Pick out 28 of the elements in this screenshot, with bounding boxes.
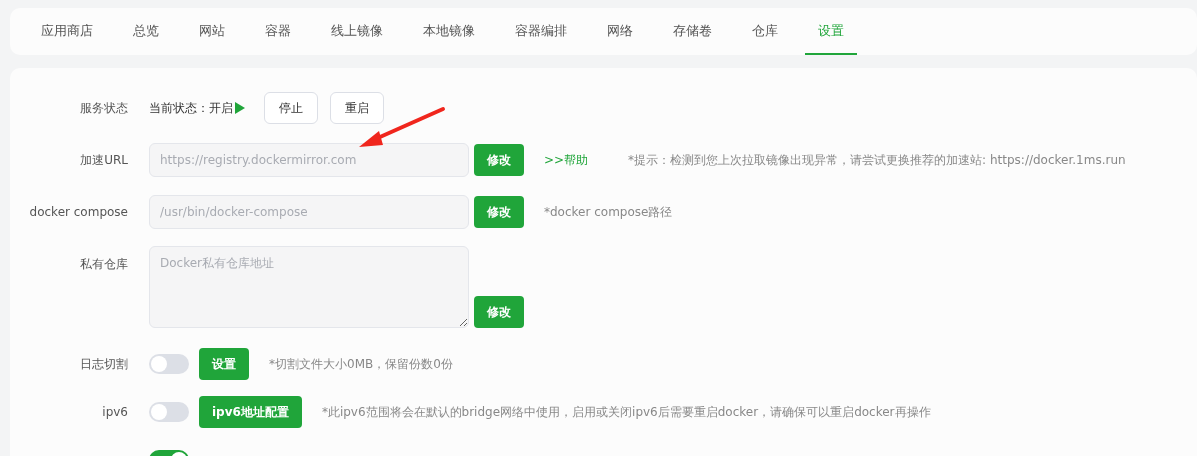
nav-tab[interactable]: 仓库 xyxy=(739,8,791,55)
field-label: docker compose xyxy=(28,205,129,219)
field-label: ipv6 xyxy=(101,405,129,419)
hint-text: *提示：检测到您上次拉取镜像出现异常，请尝试更换推荐的加速站: https://docker.1ms.run xyxy=(628,151,1126,169)
hint-text: *此ipv6范围将会在默认的bridge网络中使用，启用或关闭ipv6后需要重启docker，请确保可以重启docker再操作 xyxy=(321,403,931,421)
nav-tab[interactable]: 应用商店 xyxy=(28,8,106,55)
field-label: 服务状态 xyxy=(79,99,129,117)
nav-tab[interactable]: 网络 xyxy=(594,8,646,55)
toggle-switch[interactable] xyxy=(149,354,189,374)
field-label: 私有仓库 xyxy=(79,256,129,273)
action-button[interactable]: 停止 xyxy=(264,92,318,124)
nav-tab[interactable]: 总览 xyxy=(120,8,172,55)
status-text: 当前状态：开启 xyxy=(149,99,233,117)
nav-tab[interactable]: 本地镜像 xyxy=(410,8,488,55)
text-field[interactable]: https://registry.dockermirror.com xyxy=(149,143,469,177)
nav-tab[interactable]: 容器编排 xyxy=(502,8,580,55)
text-field[interactable]: /usr/bin/docker-compose xyxy=(149,195,469,229)
field-label: 日志切割 xyxy=(79,355,129,373)
toggle-switch[interactable] xyxy=(149,402,189,422)
hint-text: *切割文件大小0MB，保留份数0份 xyxy=(269,355,453,373)
nav-tab[interactable]: 线上镜像 xyxy=(318,8,396,55)
textarea-field[interactable]: Docker私有仓库地址 xyxy=(149,246,469,328)
field-label: 加速URL xyxy=(79,151,129,169)
nav-tab[interactable]: 容器 xyxy=(252,8,304,55)
nav-tab[interactable]: 存储卷 xyxy=(660,8,725,55)
action-button[interactable]: 重启 xyxy=(330,92,384,124)
nav-tab[interactable]: 网站 xyxy=(186,8,238,55)
hint-text: *docker compose路径 xyxy=(544,203,673,221)
